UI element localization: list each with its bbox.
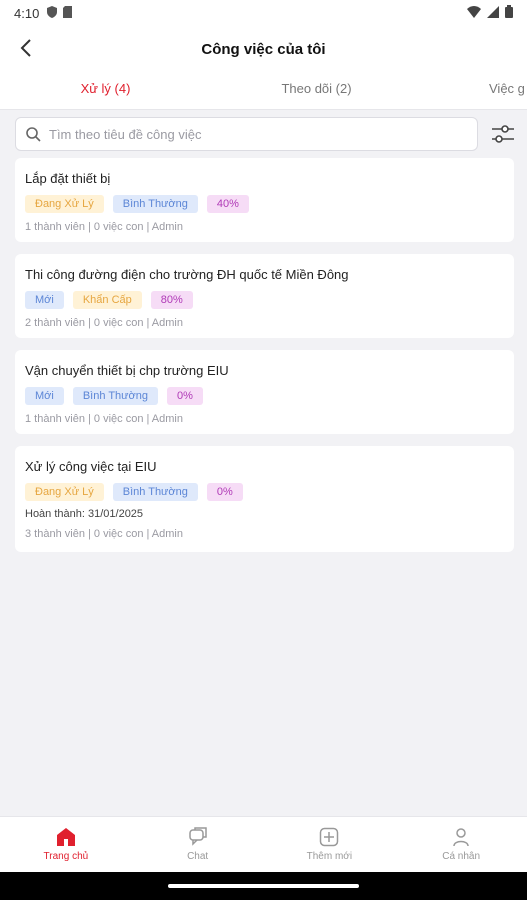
tab-xu-ly[interactable]: Xử lý (4) — [0, 72, 211, 109]
nav-profile[interactable]: Cá nhân — [395, 817, 527, 872]
task-title: Vận chuyển thiết bị chp trường EIU — [25, 363, 229, 378]
shield-icon — [47, 5, 58, 21]
priority-badge: Khẩn Cấp — [72, 291, 142, 309]
priority-badge: Bình Thường — [112, 195, 198, 213]
search-icon — [26, 126, 41, 142]
status-badge: Đang Xử Lý — [25, 483, 104, 501]
task-title: Thi công đường điện cho trường ĐH quốc t… — [25, 267, 349, 282]
person-icon — [453, 828, 469, 847]
task-card[interactable]: Lắp đặt thiết bị Đang Xử Lý Bình Thường … — [15, 158, 514, 242]
task-card[interactable]: Xử lý công việc tại EIU Đang Xử Lý Bình … — [15, 446, 514, 552]
wifi-icon — [467, 5, 481, 21]
signal-icon — [487, 5, 499, 21]
priority-badge: Bình Thường — [72, 387, 158, 405]
priority-badge: Bình Thường — [112, 483, 198, 501]
status-badge: Mới — [25, 387, 64, 405]
task-title: Xử lý công việc tại EIU — [25, 459, 157, 474]
progress-badge: 0% — [206, 483, 243, 501]
app-header: Công việc của tôi — [0, 26, 527, 72]
chevron-left-icon — [20, 39, 31, 57]
home-icon — [56, 828, 75, 846]
task-meta: 1 thành viên | 0 việc con | Admin — [25, 413, 183, 425]
tab-theo-doi[interactable]: Theo dõi (2) — [211, 72, 422, 109]
task-badges: Mới Khẩn Cấp 80% — [25, 291, 504, 309]
filter-sliders-icon — [492, 125, 514, 143]
system-nav-bar — [0, 872, 527, 900]
battery-icon — [505, 5, 513, 21]
nav-home-label: Trang chủ — [43, 851, 89, 862]
task-meta: 1 thành viên | 0 việc con | Admin — [25, 221, 183, 233]
nav-add-new[interactable]: Thêm mới — [264, 817, 396, 872]
task-badges: Đang Xử Lý Bình Thường 0% — [25, 483, 504, 501]
task-badges: Đang Xử Lý Bình Thường 40% — [25, 195, 504, 213]
task-due-date: Hoàn thành: 31/01/2025 — [25, 508, 144, 520]
progress-badge: 80% — [150, 291, 193, 309]
search-row — [15, 116, 515, 152]
status-bar: 4:10 — [0, 0, 527, 26]
chat-icon — [188, 827, 207, 846]
search-box[interactable] — [15, 117, 478, 151]
task-card[interactable]: Thi công đường điện cho trường ĐH quốc t… — [15, 254, 514, 338]
filter-button[interactable] — [490, 121, 516, 147]
status-badge: Mới — [25, 291, 64, 309]
nav-chat[interactable]: Chat — [132, 817, 264, 872]
back-button[interactable] — [14, 36, 38, 60]
progress-badge: 40% — [206, 195, 249, 213]
status-badge: Đang Xử Lý — [25, 195, 104, 213]
task-meta: 2 thành viên | 0 việc con | Admin — [25, 317, 183, 329]
add-icon — [320, 827, 339, 847]
nav-add-label: Thêm mới — [306, 851, 353, 862]
tab-bar: Xử lý (4) Theo dõi (2) Việc g — [0, 72, 527, 110]
progress-badge: 0% — [166, 387, 203, 405]
status-time: 4:10 — [14, 5, 40, 21]
task-meta: 3 thành viên | 0 việc con | Admin — [25, 528, 183, 540]
task-card[interactable]: Vận chuyển thiết bị chp trường EIU Mới B… — [15, 350, 514, 434]
search-input[interactable] — [49, 126, 449, 142]
tab-viec-giao[interactable]: Việc g — [422, 72, 527, 109]
page-title: Công việc của tôi — [201, 40, 326, 58]
nav-profile-label: Cá nhân — [442, 851, 481, 862]
nav-home[interactable]: Trang chủ — [0, 817, 132, 872]
task-badges: Mới Bình Thường 0% — [25, 387, 504, 405]
bottom-nav: Trang chủ Chat Thêm mới Cá nhân — [0, 816, 527, 872]
task-title: Lắp đặt thiết bị — [25, 171, 111, 186]
nav-chat-label: Chat — [187, 851, 209, 862]
home-gesture-pill[interactable] — [168, 884, 359, 888]
sd-card-icon — [63, 5, 73, 21]
